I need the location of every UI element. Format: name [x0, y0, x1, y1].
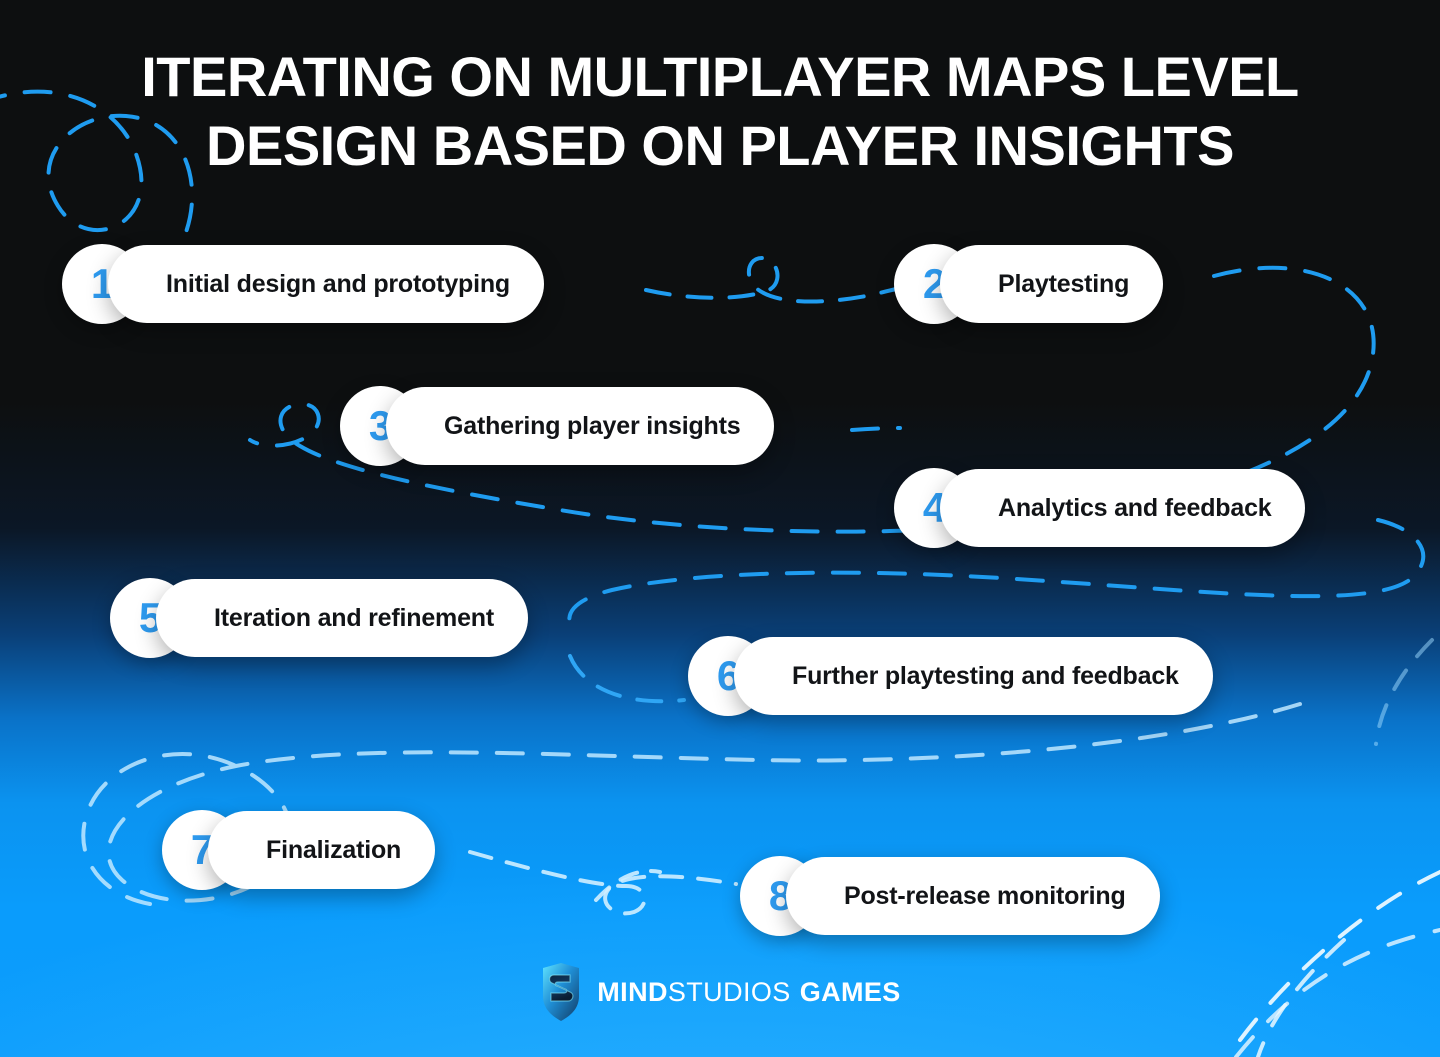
brand-logo[interactable]: MINDSTUDIOS GAMES [0, 963, 1440, 1021]
step-item-1[interactable]: 1 Initial design and prototyping [62, 244, 544, 324]
logo-wordmark: MINDSTUDIOS GAMES [597, 977, 900, 1008]
step-item-6[interactable]: 6 Further playtesting and feedback [688, 636, 1213, 716]
title-line-1: ITERATING ON MULTIPLAYER MAPS LEVEL [141, 45, 1299, 108]
step-label-3: Gathering player insights [386, 387, 775, 465]
step-item-8[interactable]: 8 Post-release monitoring [740, 856, 1160, 936]
step-label-2: Playtesting [940, 245, 1164, 323]
logo-word-studios: STUDIOS [667, 976, 791, 1007]
step-item-4[interactable]: 4 Analytics and feedback [894, 468, 1306, 548]
logo-word-games: GAMES [799, 976, 901, 1007]
logo-word-mind: MIND [597, 976, 668, 1007]
shield-s-icon [543, 963, 580, 1021]
step-item-5[interactable]: 5 Iteration and refinement [110, 578, 528, 658]
step-label-6: Further playtesting and feedback [734, 637, 1213, 715]
step-item-2[interactable]: 2 Playtesting [894, 244, 1164, 324]
step-label-7: Finalization [208, 811, 436, 889]
step-label-5: Iteration and refinement [156, 579, 528, 657]
step-item-7[interactable]: 7 Finalization [162, 810, 436, 890]
step-label-1: Initial design and prototyping [108, 245, 544, 323]
step-label-4: Analytics and feedback [940, 469, 1306, 547]
step-label-8: Post-release monitoring [786, 857, 1160, 935]
infographic-canvas: ITERATING ON MULTIPLAYER MAPS LEVEL DESI… [0, 0, 1440, 1057]
step-item-3[interactable]: 3 Gathering player insights [340, 386, 775, 466]
page-title: ITERATING ON MULTIPLAYER MAPS LEVEL DESI… [0, 42, 1440, 181]
title-line-2: DESIGN BASED ON PLAYER INSIGHTS [206, 114, 1234, 178]
